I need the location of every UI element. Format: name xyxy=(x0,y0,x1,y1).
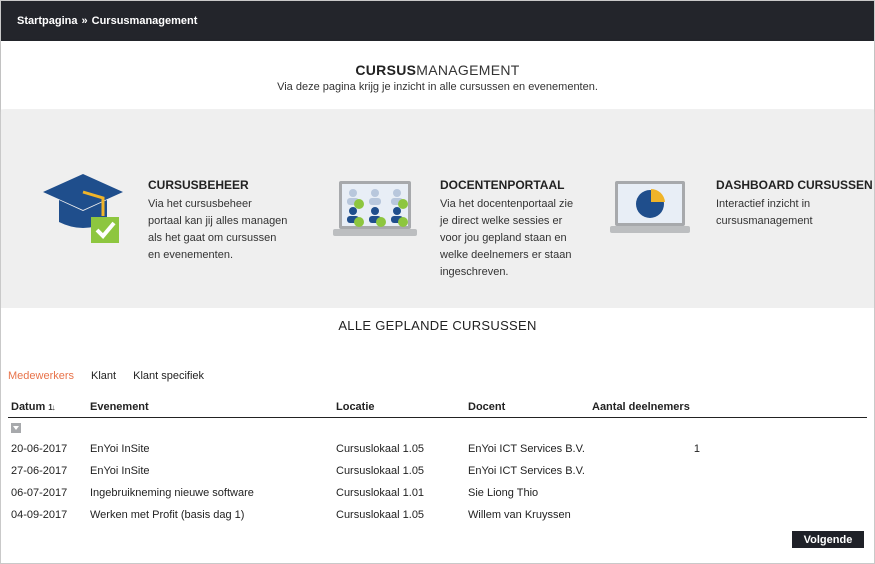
cell-evenement: EnYoi InSite xyxy=(90,465,150,477)
cell-evenement: Werken met Profit (basis dag 1) xyxy=(90,509,245,521)
cell-evenement: Ingebruikneming nieuwe software xyxy=(90,487,254,499)
table-row[interactable]: 04-09-2017 Werken met Profit (basis dag … xyxy=(8,504,867,526)
filter-tabs: Medewerkers Klant Klant specifiek xyxy=(8,370,204,382)
breadcrumb-separator: » xyxy=(81,15,88,27)
tile-cursusbeheer-text: Via het cursusbeheer portaal kan jij all… xyxy=(148,198,288,261)
table-header: Datum 1↓ Evenement Locatie Docent Aantal … xyxy=(8,396,867,418)
column-header-docent[interactable]: Docent xyxy=(468,401,592,413)
tile-dashboard-text: Interactief inzicht in cursusmanagement xyxy=(716,198,813,227)
cell-datum: 27-06-2017 xyxy=(11,465,68,477)
tab-medewerkers[interactable]: Medewerkers xyxy=(8,370,74,382)
tab-klant[interactable]: Klant xyxy=(91,370,116,382)
column-header-datum[interactable]: Datum 1↓ xyxy=(8,401,90,413)
section-title: ALLE GEPLANDE CURSUSSEN xyxy=(338,318,537,333)
tab-klant-specifiek[interactable]: Klant specifiek xyxy=(133,370,204,382)
laptop-users-icon[interactable] xyxy=(333,180,417,238)
cell-datum: 04-09-2017 xyxy=(11,509,68,521)
sort-icon[interactable]: 1↓ xyxy=(48,403,56,412)
table-row[interactable]: 06-07-2017 Ingebruikneming nieuwe softwa… xyxy=(8,482,867,504)
tile-dashboard-cursussen[interactable]: DASHBOARD CURSUSSEN Interactief inzicht … xyxy=(716,178,874,230)
breadcrumb: Startpagina » Cursusmanagement xyxy=(17,15,197,27)
page-title: CURSUSMANAGEMENT xyxy=(1,62,874,78)
table-row[interactable]: 27-06-2017 EnYoi InSite Cursuslokaal 1.0… xyxy=(8,460,867,482)
cell-docent: EnYoi ICT Services B.V. xyxy=(468,443,585,455)
tile-cursusbeheer-title[interactable]: CURSUSBEHEER xyxy=(148,178,288,192)
cell-locatie: Cursuslokaal 1.05 xyxy=(336,465,425,477)
cell-datum: 06-07-2017 xyxy=(11,487,68,499)
cell-datum: 20-06-2017 xyxy=(11,443,68,455)
filter-icon[interactable] xyxy=(11,423,21,433)
breadcrumb-current: Cursusmanagement xyxy=(91,15,198,27)
tile-docentenportaal[interactable]: DOCENTENPORTAAL Via het docentenportaal … xyxy=(440,178,580,281)
cell-docent: Sie Liong Thio xyxy=(468,487,539,499)
cell-locatie: Cursuslokaal 1.05 xyxy=(336,443,425,455)
cell-evenement: EnYoi InSite xyxy=(90,443,150,455)
column-header-locatie[interactable]: Locatie xyxy=(336,401,468,413)
tile-docentenportaal-title[interactable]: DOCENTENPORTAAL xyxy=(440,178,580,192)
cell-docent: EnYoi ICT Services B.V. xyxy=(468,465,585,477)
column-header-evenement[interactable]: Evenement xyxy=(90,401,336,413)
courses-table: Datum 1↓ Evenement Locatie Docent Aantal … xyxy=(8,396,867,526)
column-header-datum-label: Datum xyxy=(11,400,46,413)
breadcrumb-home-link[interactable]: Startpagina xyxy=(17,15,78,27)
tiles-band: CURSUSBEHEER Via het cursusbeheer portaa… xyxy=(1,110,874,308)
tile-docentenportaal-text: Via het docentenportaal zie je direct we… xyxy=(440,198,574,278)
page-subtitle: Via deze pagina krijg je inzicht in alle… xyxy=(277,81,598,93)
tile-dashboard-title[interactable]: DASHBOARD CURSUSSEN xyxy=(716,178,874,192)
column-header-aantal-deelnemers[interactable]: Aantal deelnemers xyxy=(592,401,722,413)
laptop-pie-chart-icon[interactable] xyxy=(610,180,690,234)
cell-locatie: Cursuslokaal 1.05 xyxy=(336,509,425,521)
page-title-bold: CURSUS xyxy=(355,62,417,78)
page-title-light: MANAGEMENT xyxy=(416,62,520,78)
filter-row xyxy=(8,418,867,438)
graduation-cap-check-icon[interactable] xyxy=(41,172,125,244)
page-header: CURSUSMANAGEMENT Via deze pagina krijg j… xyxy=(1,41,874,109)
cell-locatie: Cursuslokaal 1.01 xyxy=(336,487,425,499)
table-row[interactable]: 20-06-2017 EnYoi InSite Cursuslokaal 1.0… xyxy=(8,438,867,460)
next-button[interactable]: Volgende xyxy=(792,531,864,548)
tile-cursusbeheer[interactable]: CURSUSBEHEER Via het cursusbeheer portaa… xyxy=(148,178,288,264)
cell-docent: Willem van Kruyssen xyxy=(468,509,571,521)
cell-aantal-deelnemers: 1 xyxy=(693,443,700,455)
top-bar: Startpagina » Cursusmanagement xyxy=(1,1,874,41)
